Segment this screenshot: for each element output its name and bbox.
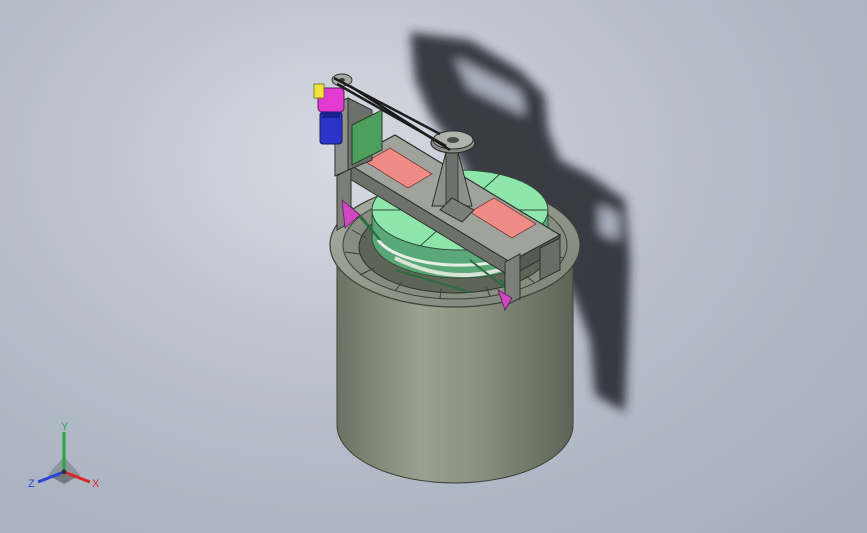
drive-pulley[interactable]: [331, 73, 353, 87]
3d-model-scene[interactable]: [0, 0, 867, 533]
motor[interactable]: [313, 83, 345, 145]
y-axis-label: Y: [61, 421, 69, 433]
graphics-viewport[interactable]: Y X Z: [0, 0, 867, 533]
x-axis-label: X: [92, 478, 100, 490]
orientation-triad[interactable]: Y X Z: [26, 420, 106, 495]
z-axis-label: Z: [28, 478, 35, 490]
